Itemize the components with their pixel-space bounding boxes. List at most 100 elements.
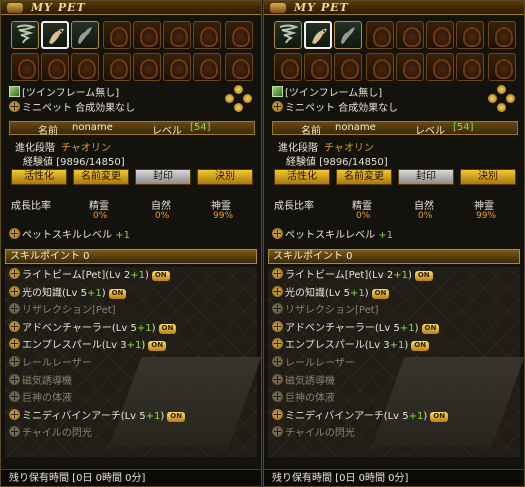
activate-button[interactable]: 活性化 — [11, 169, 67, 185]
on-toggle-badge[interactable]: ON — [421, 323, 440, 334]
plus-icon[interactable] — [9, 268, 20, 279]
plus-icon[interactable] — [9, 408, 20, 420]
plus-icon[interactable] — [272, 303, 283, 315]
on-toggle-badge[interactable]: ON — [167, 411, 186, 422]
plus-icon[interactable] — [9, 101, 20, 112]
skill-row[interactable]: アドベンチャーラー(Lv 5+1) ON — [9, 320, 255, 338]
mini-pet-row[interactable]: ミニペット 合成効果なし — [272, 99, 398, 114]
plus-icon[interactable] — [272, 338, 283, 350]
plus-icon[interactable] — [9, 355, 20, 367]
skill-row[interactable]: チャイルの閃光 — [272, 425, 518, 443]
skill-row[interactable]: ミニディバインアーチ(Lv 5+1) ON — [9, 408, 255, 426]
plus-icon[interactable] — [272, 426, 283, 438]
title-bar[interactable]: MY PET — [264, 1, 524, 15]
empty-pet-slot[interactable] — [193, 21, 221, 49]
skill-row[interactable]: リザレクション[Pet] — [9, 302, 255, 320]
arrow-up-icon[interactable] — [234, 85, 243, 94]
empty-pet-slot[interactable] — [71, 53, 99, 81]
plus-icon[interactable] — [272, 228, 283, 239]
plus-icon[interactable] — [9, 426, 20, 438]
arrow-right-icon[interactable] — [506, 94, 515, 103]
empty-pet-slot[interactable] — [456, 21, 484, 49]
skill-row[interactable]: 磁気誘導機 — [272, 373, 518, 391]
empty-pet-slot[interactable] — [133, 53, 161, 81]
empty-pet-slot[interactable] — [41, 53, 69, 81]
empty-pet-slot[interactable] — [163, 21, 191, 49]
pet-slot-selected[interactable] — [41, 21, 69, 49]
empty-pet-slot[interactable] — [456, 53, 484, 81]
skill-row[interactable]: 巨神の体液 — [272, 390, 518, 408]
arrow-right-icon[interactable] — [243, 94, 252, 103]
empty-pet-slot[interactable] — [396, 21, 424, 49]
rename-button[interactable]: 名前変更 — [336, 169, 392, 185]
on-toggle-badge[interactable]: ON — [414, 271, 433, 281]
skill-row[interactable]: 光の知識(Lv 5+1) ON — [9, 285, 255, 303]
empty-pet-slot[interactable] — [274, 53, 302, 81]
activate-button[interactable]: 活性化 — [274, 169, 330, 185]
empty-pet-slot[interactable] — [225, 21, 253, 49]
empty-pet-slot[interactable] — [488, 21, 516, 49]
plus-icon[interactable] — [9, 320, 20, 332]
empty-pet-slot[interactable] — [426, 53, 454, 81]
pet-slot[interactable] — [11, 21, 39, 49]
skill-row[interactable]: アドベンチャーラー(Lv 5+1) ON — [272, 320, 518, 338]
release-button[interactable]: 決別 — [460, 169, 516, 185]
skill-row[interactable]: ライトビーム[Pet](Lv 2+1) ON — [272, 267, 518, 285]
arrow-up-icon[interactable] — [497, 85, 506, 94]
plus-icon[interactable] — [9, 391, 20, 403]
empty-pet-slot[interactable] — [133, 21, 161, 49]
on-toggle-badge[interactable]: ON — [158, 323, 177, 334]
skill-row[interactable]: チャイルの閃光 — [9, 425, 255, 443]
arrow-left-icon[interactable] — [488, 94, 497, 103]
arrow-down-icon[interactable] — [234, 103, 243, 112]
empty-pet-slot[interactable] — [304, 53, 332, 81]
plus-icon[interactable] — [9, 338, 20, 350]
empty-pet-slot[interactable] — [163, 53, 191, 81]
empty-pet-slot[interactable] — [366, 21, 394, 49]
plus-icon[interactable] — [9, 285, 20, 297]
skill-row[interactable]: 光の知識(Lv 5+1) ON — [272, 285, 518, 303]
plus-icon[interactable] — [272, 373, 283, 385]
empty-pet-slot[interactable] — [366, 53, 394, 81]
pet-slot[interactable] — [334, 21, 362, 49]
skill-row[interactable]: エンプレスパール(Lv 3+1) ON — [272, 337, 518, 355]
on-toggle-badge[interactable]: ON — [108, 288, 127, 299]
plus-icon[interactable] — [9, 303, 20, 315]
on-toggle-badge[interactable]: ON — [151, 271, 170, 281]
skill-row[interactable]: レールレーザー — [272, 355, 518, 373]
empty-pet-slot[interactable] — [426, 21, 454, 49]
release-button[interactable]: 決別 — [197, 169, 253, 185]
empty-pet-slot[interactable] — [103, 53, 131, 81]
empty-pet-slot[interactable] — [488, 53, 516, 81]
skill-row[interactable]: ライトビーム[Pet](Lv 2+1) ON — [9, 267, 255, 285]
on-toggle-badge[interactable]: ON — [411, 341, 430, 352]
plus-icon[interactable] — [272, 285, 283, 297]
empty-pet-slot[interactable] — [11, 53, 39, 81]
on-toggle-badge[interactable]: ON — [430, 411, 449, 422]
skill-row[interactable]: ミニディバインアーチ(Lv 5+1) ON — [272, 408, 518, 426]
arrow-down-icon[interactable] — [497, 103, 506, 112]
plus-icon[interactable] — [9, 228, 20, 239]
pet-slot[interactable] — [71, 21, 99, 49]
skill-row[interactable]: 巨神の体液 — [9, 390, 255, 408]
plus-icon[interactable] — [272, 101, 283, 112]
arrow-left-icon[interactable] — [225, 94, 234, 103]
empty-pet-slot[interactable] — [225, 53, 253, 81]
pet-slot-selected[interactable] — [304, 21, 332, 49]
plus-icon[interactable] — [272, 268, 283, 279]
plus-icon[interactable] — [272, 408, 283, 420]
empty-pet-slot[interactable] — [396, 53, 424, 81]
skill-row[interactable]: リザレクション[Pet] — [272, 302, 518, 320]
empty-pet-slot[interactable] — [193, 53, 221, 81]
empty-pet-slot[interactable] — [103, 21, 131, 49]
seal-button[interactable]: 封印 — [398, 169, 454, 185]
pet-skill-level-row[interactable]: ペットスキルレベル +1 — [272, 226, 393, 241]
plus-icon[interactable] — [272, 320, 283, 332]
plus-icon[interactable] — [272, 391, 283, 403]
on-toggle-badge[interactable]: ON — [371, 288, 390, 299]
skill-row[interactable]: エンプレスパール(Lv 3+1) ON — [9, 337, 255, 355]
pet-skill-level-row[interactable]: ペットスキルレベル +1 — [9, 226, 130, 241]
plus-icon[interactable] — [272, 355, 283, 367]
plus-icon[interactable] — [9, 373, 20, 385]
skill-row[interactable]: レールレーザー — [9, 355, 255, 373]
